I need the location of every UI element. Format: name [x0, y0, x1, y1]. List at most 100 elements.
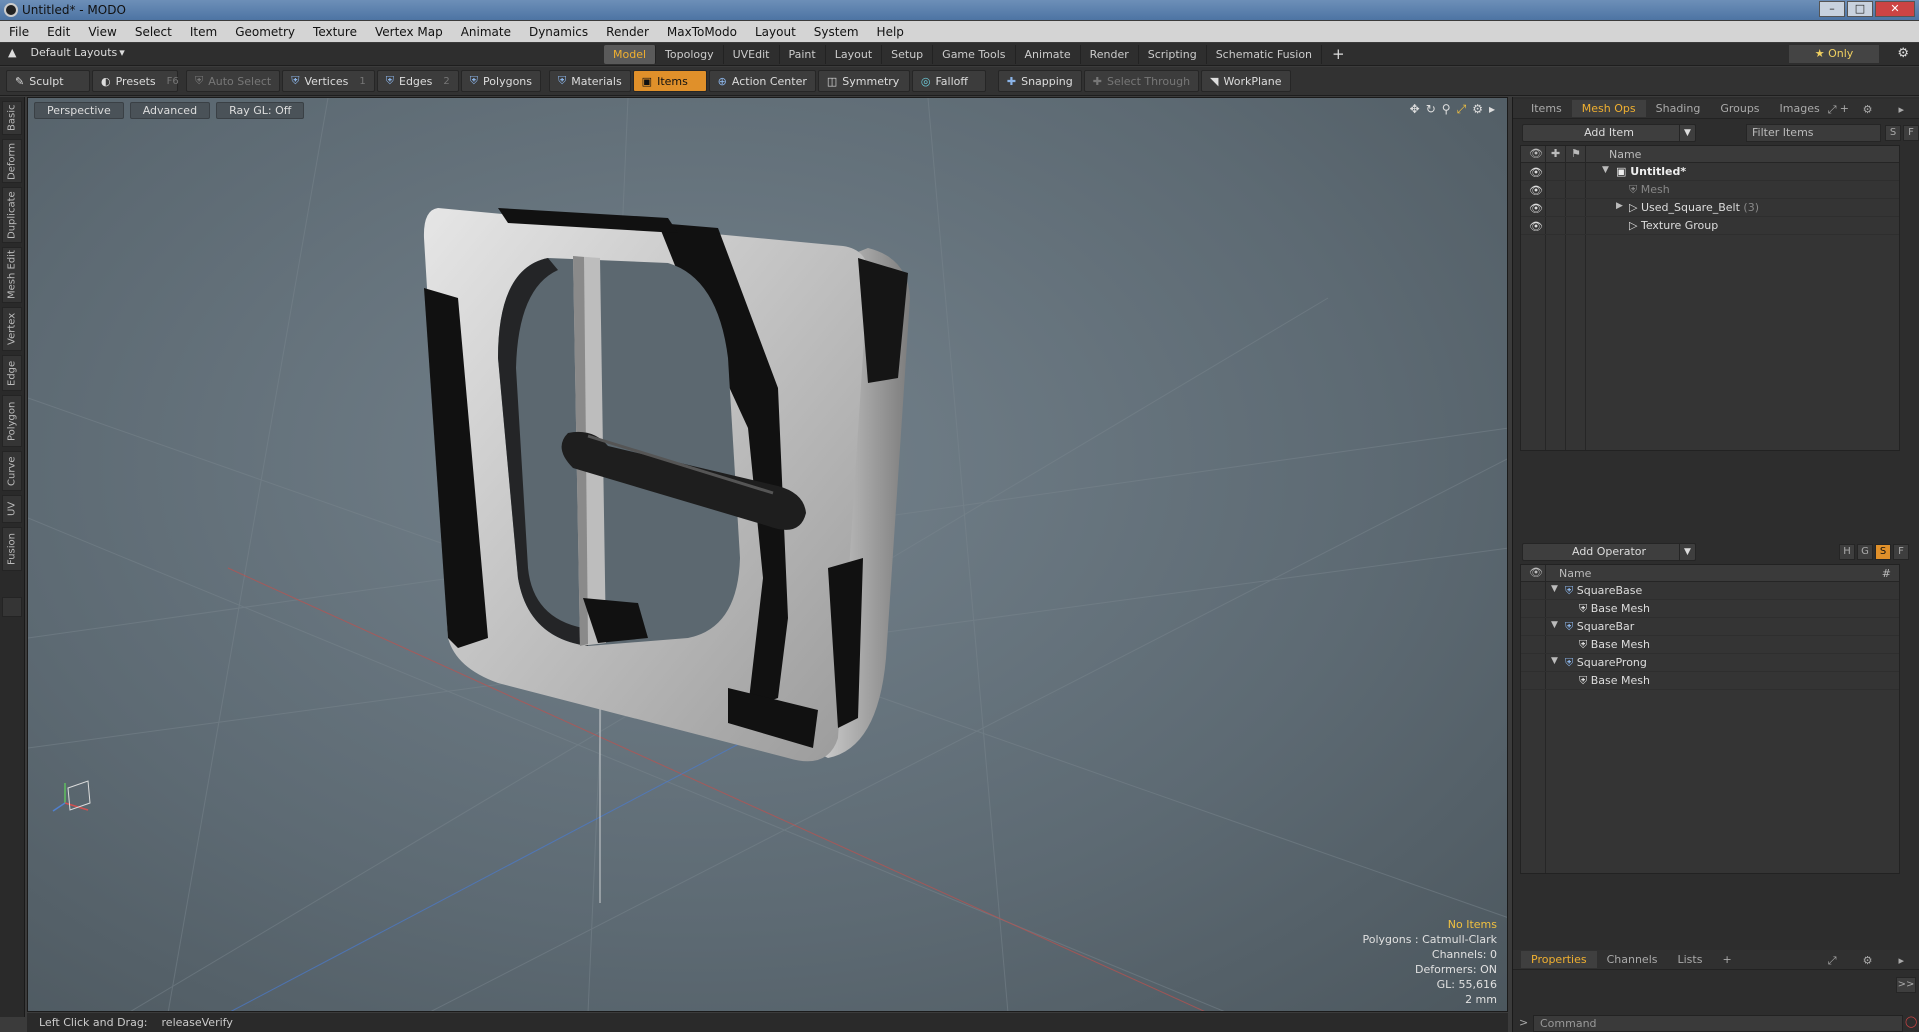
- tree-row-scene[interactable]: 👁 ▼ ▣ Untitled*: [1521, 163, 1899, 181]
- tab-channels[interactable]: Channels: [1597, 951, 1668, 968]
- menu-maxtomodo[interactable]: MaxToModo: [658, 25, 746, 39]
- add-tab-button[interactable]: +: [1712, 951, 1741, 968]
- tab-scripting[interactable]: Scripting: [1139, 45, 1207, 64]
- advanced-button[interactable]: Advanced: [129, 102, 211, 119]
- menu-vertex-map[interactable]: Vertex Map: [366, 25, 452, 39]
- meshop-row-squarebase[interactable]: ▼ ⛨ SquareBase: [1521, 582, 1899, 600]
- meshop-row-base-mesh[interactable]: ⛨ Base Mesh: [1521, 636, 1899, 654]
- eye-icon[interactable]: 👁: [1529, 166, 1543, 179]
- tab-layout[interactable]: Layout: [826, 45, 883, 64]
- close-button[interactable]: ✕: [1875, 1, 1915, 17]
- filter-items-input[interactable]: Filter Items: [1746, 124, 1881, 142]
- menu-edit[interactable]: Edit: [38, 25, 79, 39]
- expand-triangle-icon[interactable]: ▶: [1616, 201, 1623, 211]
- gear-icon[interactable]: ⚙: [1472, 102, 1483, 117]
- vtab-edge[interactable]: Edge: [2, 355, 22, 391]
- meshop-row-base-mesh[interactable]: ⛨ Base Mesh: [1521, 600, 1899, 618]
- gear-icon[interactable]: ⚙: [1897, 46, 1909, 61]
- snapping-button[interactable]: ✚ Snapping: [997, 70, 1082, 92]
- tab-render[interactable]: Render: [1081, 45, 1139, 64]
- flag-g-button[interactable]: G: [1857, 544, 1873, 560]
- collapse-triangle-icon[interactable]: ▼: [1551, 584, 1558, 594]
- tab-uvedit[interactable]: UVEdit: [724, 45, 780, 64]
- vtab-curve[interactable]: Curve: [2, 451, 22, 491]
- expand-properties-button[interactable]: >>: [1896, 977, 1916, 993]
- falloff-button[interactable]: ◎ Falloff: [911, 70, 986, 92]
- play-arrow-icon[interactable]: ▸: [1888, 952, 1914, 970]
- vtab-deform[interactable]: Deform: [2, 139, 22, 183]
- perspective-button[interactable]: Perspective: [34, 102, 124, 119]
- menu-animate[interactable]: Animate: [452, 25, 520, 39]
- menu-texture[interactable]: Texture: [304, 25, 366, 39]
- eye-icon[interactable]: 👁: [1529, 202, 1543, 215]
- minimize-button[interactable]: –: [1819, 1, 1845, 17]
- sculpt-button[interactable]: ✎ Sculpt: [6, 70, 90, 92]
- meshop-row-squareprong[interactable]: ▼ ⛨ SquareProng: [1521, 654, 1899, 672]
- play-arrow-icon[interactable]: ▸: [1888, 101, 1914, 119]
- menu-item[interactable]: Item: [181, 25, 226, 39]
- filter-s-button[interactable]: S: [1885, 125, 1901, 141]
- tab-groups[interactable]: Groups: [1710, 100, 1769, 117]
- stop-icon[interactable]: ◯: [1905, 1015, 1917, 1028]
- tab-shading[interactable]: Shading: [1646, 100, 1711, 117]
- materials-button[interactable]: ⛨ Materials: [549, 70, 631, 92]
- menu-help[interactable]: Help: [868, 25, 913, 39]
- expand-icon[interactable]: ⤢: [1818, 101, 1847, 119]
- meshop-row-base-mesh[interactable]: ⛨ Base Mesh: [1521, 672, 1899, 690]
- command-input[interactable]: Command: [1533, 1015, 1903, 1032]
- collapse-triangle-icon[interactable]: ▼: [1551, 620, 1558, 630]
- tab-mesh-ops[interactable]: Mesh Ops: [1571, 100, 1646, 117]
- tree-row-mesh[interactable]: 👁 ⛨ Mesh: [1521, 181, 1899, 199]
- tab-model[interactable]: Model: [604, 45, 657, 64]
- tab-setup[interactable]: Setup: [882, 45, 934, 64]
- move-view-icon[interactable]: ✥: [1410, 102, 1420, 117]
- eye-icon[interactable]: 👁: [1529, 184, 1543, 197]
- items-button[interactable]: ▣ Items: [632, 70, 707, 92]
- vtab-duplicate[interactable]: Duplicate: [2, 187, 22, 243]
- filter-f-button[interactable]: F: [1903, 125, 1919, 141]
- vtab-mesh-edit[interactable]: Mesh Edit: [2, 247, 22, 303]
- collapse-triangle-icon[interactable]: ▼: [1551, 656, 1558, 666]
- select-through-button[interactable]: ✚ Select Through: [1083, 70, 1200, 92]
- action-center-button[interactable]: ⊕ Action Center: [708, 70, 816, 92]
- tab-lists[interactable]: Lists: [1668, 951, 1713, 968]
- menu-system[interactable]: System: [805, 25, 868, 39]
- vtab-polygon[interactable]: Polygon: [2, 395, 22, 447]
- vtab-uv[interactable]: UV: [2, 495, 22, 523]
- gear-icon[interactable]: ⚙: [1853, 101, 1883, 119]
- 3d-viewport[interactable]: Perspective Advanced Ray GL: Off ✥ ↻ ⚲ ⤢…: [27, 97, 1508, 1012]
- edges-button[interactable]: ⛨ Edges 2: [376, 70, 459, 92]
- vtab-basic[interactable]: Basic: [2, 101, 22, 135]
- gear-icon[interactable]: ⚙: [1853, 952, 1883, 970]
- tab-topology[interactable]: Topology: [656, 45, 724, 64]
- vtab-fusion[interactable]: Fusion: [2, 527, 22, 571]
- flag-s-button[interactable]: S: [1875, 544, 1891, 560]
- meshop-row-squarebar[interactable]: ▼ ⛨ SquareBar: [1521, 618, 1899, 636]
- workplane-button[interactable]: ◥ WorkPlane: [1201, 70, 1291, 92]
- presets-button[interactable]: ◐ Presets F6: [92, 70, 179, 92]
- fit-view-icon[interactable]: ⤢: [1457, 102, 1467, 117]
- tab-properties[interactable]: Properties: [1521, 951, 1597, 968]
- rotate-view-icon[interactable]: ↻: [1426, 102, 1436, 117]
- only-button[interactable]: ★ Only: [1789, 45, 1879, 63]
- expand-icon[interactable]: ⤢: [1818, 952, 1847, 970]
- add-item-dropdown[interactable]: Add Item ▼: [1522, 124, 1696, 142]
- menu-dynamics[interactable]: Dynamics: [520, 25, 597, 39]
- add-tab-button[interactable]: +: [1322, 45, 1355, 64]
- play-arrow-icon[interactable]: ▸: [1489, 102, 1495, 117]
- tab-schematic-fusion[interactable]: Schematic Fusion: [1207, 45, 1323, 64]
- vertices-button[interactable]: ⛨ Vertices 1: [282, 70, 375, 92]
- menu-render[interactable]: Render: [597, 25, 658, 39]
- vtab-collapse-button[interactable]: [2, 597, 22, 617]
- menu-view[interactable]: View: [79, 25, 125, 39]
- tab-items[interactable]: Items: [1521, 100, 1572, 117]
- zoom-icon[interactable]: ⚲: [1442, 102, 1451, 117]
- tab-paint[interactable]: Paint: [780, 45, 826, 64]
- auto-select-button[interactable]: ⛨ Auto Select: [186, 70, 281, 92]
- tab-animate[interactable]: Animate: [1016, 45, 1081, 64]
- add-operator-dropdown[interactable]: Add Operator ▼: [1522, 543, 1696, 561]
- flag-f-button[interactable]: F: [1893, 544, 1909, 560]
- vtab-vertex[interactable]: Vertex: [2, 307, 22, 351]
- polygons-button[interactable]: ⛨ Polygons: [460, 70, 541, 92]
- collapse-triangle-icon[interactable]: ▼: [1602, 165, 1609, 175]
